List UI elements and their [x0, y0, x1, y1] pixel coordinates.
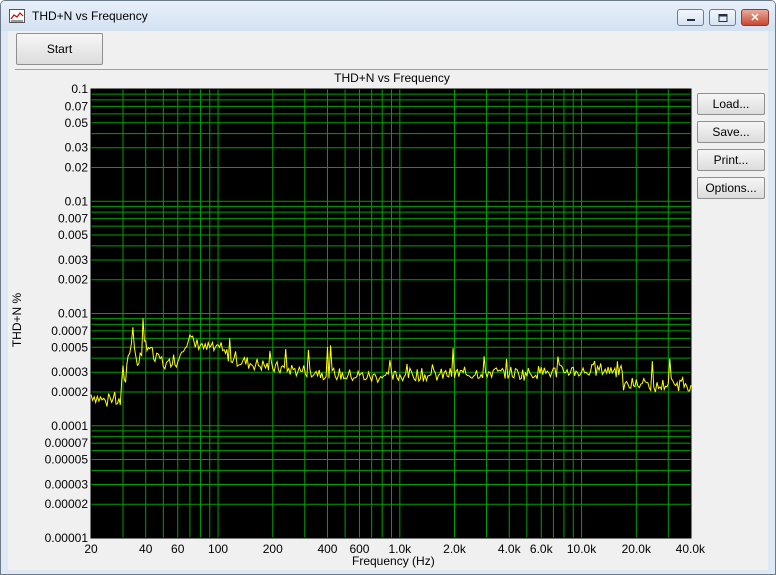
- y-tick-label: 0.07: [65, 99, 89, 113]
- y-tick-label: 0.02: [65, 160, 89, 174]
- x-tick-label: 400: [317, 542, 337, 556]
- x-axis-label: Frequency (Hz): [352, 554, 435, 568]
- y-tick-label: 0.05: [65, 116, 89, 130]
- y-tick-label: 0.0002: [51, 385, 88, 399]
- x-tick-label: 20: [84, 542, 98, 556]
- y-tick-label: 0.0003: [51, 365, 88, 379]
- y-tick-label: 0.007: [58, 212, 88, 226]
- y-tick-label: 0.0005: [51, 340, 88, 354]
- x-tick-label: 4.0k: [498, 542, 522, 556]
- y-tick-label: 0.1: [71, 82, 88, 96]
- y-tick-label: 0.0007: [51, 324, 88, 338]
- y-tick-label: 0.00005: [45, 453, 89, 467]
- x-tick-label: 10.0k: [567, 542, 597, 556]
- x-tick-label: 100: [208, 542, 228, 556]
- y-tick-label: 0.00007: [45, 436, 89, 450]
- x-tick-label: 40.0k: [676, 542, 706, 556]
- thd-chart: 0.1 0.07 0.05 0.03 0.02 0.01 0.007 0.005 0.003 0.…: [45, 82, 706, 556]
- x-tick-label: 20.0k: [622, 542, 652, 556]
- x-tick-label: 6.0k: [530, 542, 554, 556]
- y-tick-label: 0.001: [58, 307, 88, 321]
- x-tick-label: 40: [139, 542, 153, 556]
- x-tick-label: 60: [171, 542, 185, 556]
- y-tick-label: 0.005: [58, 228, 88, 242]
- y-tick-label: 0.01: [65, 194, 89, 208]
- y-tick-label: 0.03: [65, 141, 89, 155]
- y-tick-label: 0.002: [58, 273, 88, 287]
- x-tick-label: 200: [263, 542, 283, 556]
- x-tick-label: 2.0k: [443, 542, 467, 556]
- y-tick-label: 0.00002: [45, 497, 89, 511]
- y-tick-label: 0.00003: [45, 477, 89, 491]
- y-axis-label: THD+N %: [10, 292, 24, 348]
- y-tick-label: 0.00001: [45, 531, 89, 545]
- y-tick-label: 0.003: [58, 253, 88, 267]
- y-tick-label: 0.0001: [51, 419, 88, 433]
